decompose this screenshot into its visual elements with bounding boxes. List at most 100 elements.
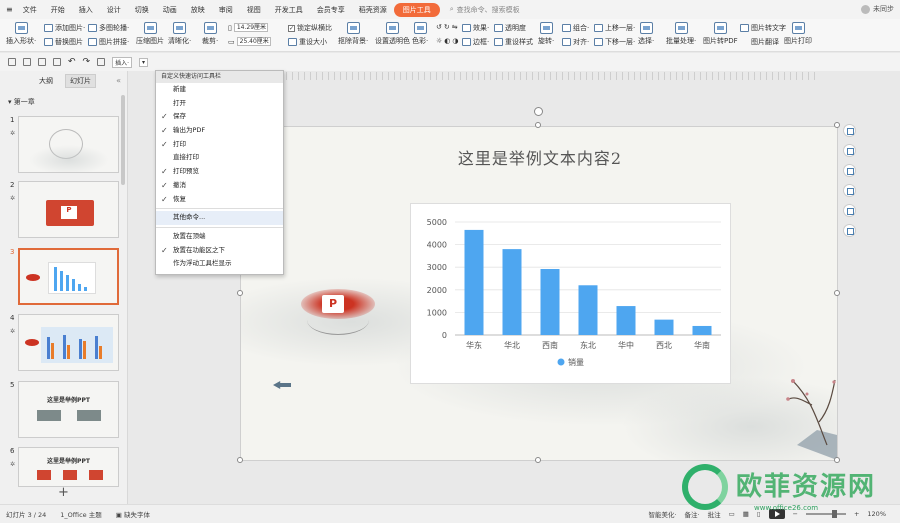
resize-handle[interactable] <box>237 290 243 296</box>
rotate-handle-icon[interactable] <box>534 107 543 116</box>
width-input[interactable]: 14.29厘米 <box>233 23 268 32</box>
select-button[interactable]: 选择· <box>638 22 654 46</box>
lock-ratio-checkbox[interactable]: ✓ 锁定纵横比 <box>288 23 332 33</box>
command-search[interactable]: ⌕ 查找命令、搜索模板 <box>450 5 520 15</box>
replace-picture-button[interactable]: 替换图片 <box>44 37 83 47</box>
multi-picture-button[interactable]: 多图轮播· <box>88 23 129 33</box>
menu-item[interactable]: ✓ 恢复 <box>156 193 283 207</box>
shape-insert-icon[interactable] <box>97 58 106 66</box>
color-button[interactable]: 色彩· <box>412 22 428 46</box>
print-picture-button[interactable]: 图片打印 <box>784 22 812 46</box>
tab-developer[interactable]: 开发工具 <box>268 5 310 15</box>
menu-item[interactable]: 新建 <box>156 83 283 97</box>
missing-font-button[interactable]: ▣ 缺失字体 <box>116 509 150 519</box>
tab-transition[interactable]: 切换 <box>128 5 156 15</box>
height-input[interactable]: 25.40厘米 <box>236 37 271 46</box>
align-button[interactable]: 对齐· <box>562 37 589 47</box>
position-menu-item[interactable]: 放置在顶端 <box>156 230 283 244</box>
panel-scrollbar[interactable] <box>121 95 125 185</box>
crop-tool-icon[interactable] <box>843 164 856 177</box>
collapse-panel-icon[interactable]: « <box>116 76 121 85</box>
insert-dropdown[interactable]: 插入· <box>112 56 133 68</box>
more-icon[interactable] <box>843 224 856 237</box>
section-header[interactable]: ▾ 第一章 <box>8 97 35 107</box>
insert-shape-button[interactable]: 插入形状· <box>6 22 36 46</box>
redo-icon[interactable]: ↷ <box>83 57 91 67</box>
cutout-bg-button[interactable]: 抠除背景· <box>338 22 368 46</box>
add-picture-button[interactable]: 添加图片· <box>44 23 85 33</box>
crop-button[interactable]: 裁剪· <box>202 22 218 46</box>
set-transparent-button[interactable]: 设置透明色 <box>375 22 410 46</box>
sync-status[interactable]: 未同步 <box>861 4 894 14</box>
add-slide-button[interactable]: + <box>58 485 69 500</box>
sales-chart[interactable]: 0 1000 2000 3000 4000 5000 华东 华北 西南 东北 华中 西北 华南 销量 <box>410 203 731 384</box>
to-text-button[interactable]: 图片转文字 <box>740 23 786 33</box>
menu-item[interactable]: ✓ 打印 <box>156 138 283 152</box>
menu-item[interactable]: ✓ 打印预览 <box>156 165 283 179</box>
smart-beautify-button[interactable]: 智能美化· <box>648 509 676 519</box>
tab-insert[interactable]: 插入 <box>72 5 100 15</box>
position-menu-item[interactable]: ✓ 放置在功能区之下 <box>156 244 283 258</box>
undo-icon[interactable]: ↶ <box>68 57 76 67</box>
more-commands-item[interactable]: 其他命令... <box>156 211 283 225</box>
file-menu[interactable]: 文件 <box>16 5 44 15</box>
transparency-button[interactable]: 透明度 <box>494 23 526 33</box>
tab-design[interactable]: 设计 <box>100 5 128 15</box>
batch-button[interactable]: 批量处理· <box>666 22 696 46</box>
menu-item[interactable]: ✓ 输出为PDF <box>156 124 283 138</box>
image-tool-icon[interactable] <box>843 204 856 217</box>
minus-icon[interactable] <box>843 124 856 137</box>
to-pdf-button[interactable]: 图片转PDF <box>703 22 738 46</box>
reset-style-button[interactable]: 重设样式 <box>494 37 533 47</box>
current-slide[interactable]: 这里是举例文本内容2 P 0 1000 2000 3000 4000 5000 华东 华北 西南… <box>240 126 838 461</box>
compress-picture-button[interactable]: 压缩图片 <box>136 22 164 46</box>
menu-item-label: 打印 <box>173 139 186 148</box>
bring-forward-button[interactable]: 上移一层· <box>594 23 635 33</box>
resize-handle[interactable] <box>834 290 840 296</box>
effects-button[interactable]: 效果· <box>462 23 489 33</box>
tab-docer[interactable]: 稻壳资源 <box>352 5 394 15</box>
position-menu-item[interactable]: 作为浮动工具栏显示 <box>156 257 283 271</box>
tab-picture-tools[interactable]: 图片工具 <box>393 2 440 17</box>
clarity-button[interactable]: 清晰化· <box>168 22 191 46</box>
location-icon[interactable] <box>843 184 856 197</box>
resize-handle[interactable] <box>237 457 243 463</box>
tab-view[interactable]: 视图 <box>240 5 268 15</box>
menu-item[interactable]: 直接打印 <box>156 151 283 165</box>
tab-slideshow[interactable]: 放映 <box>184 5 212 15</box>
width-field[interactable]: ▯ 14.29厘米 <box>228 23 268 32</box>
customize-toolbar-button[interactable]: ▾ <box>139 57 149 67</box>
menu-item[interactable]: ✓ 保存 <box>156 110 283 124</box>
print-preview-icon[interactable] <box>53 58 61 66</box>
resize-handle[interactable] <box>535 457 541 463</box>
menu-item[interactable]: 打开 <box>156 97 283 111</box>
tab-outline[interactable]: 大纲 <box>35 75 57 87</box>
menu-item[interactable]: ✓ 撤消 <box>156 179 283 193</box>
translate-button[interactable]: 图片翻译 <box>740 37 779 47</box>
save-icon[interactable] <box>8 58 16 66</box>
tab-member[interactable]: 会员专享 <box>310 5 352 15</box>
menu-item-label: 恢复 <box>173 194 186 203</box>
hamburger-menu-icon[interactable]: ≡ <box>6 5 13 14</box>
rotate-button[interactable]: 旋转· <box>538 22 554 46</box>
picture-stitch-button[interactable]: 图片拼接· <box>88 37 129 47</box>
tab-home[interactable]: 开始 <box>44 5 72 15</box>
group-button[interactable]: 组合· <box>562 23 589 33</box>
resize-handle[interactable] <box>834 122 840 128</box>
border-button[interactable]: 边框· <box>462 37 489 47</box>
send-backward-button[interactable]: 下移一层· <box>594 37 635 47</box>
slide-title[interactable]: 这里是举例文本内容2 <box>241 145 837 169</box>
adjust-buttons[interactable]: ☼ ◐ ◑ <box>436 37 459 45</box>
theme-name[interactable]: 1_Office 主题 <box>60 509 101 519</box>
tab-animation[interactable]: 动画 <box>156 5 184 15</box>
back-arrow-icon[interactable] <box>273 381 291 389</box>
resize-handle[interactable] <box>535 122 541 128</box>
rotate-left-button[interactable]: ↺ ↻ ⇋ <box>436 23 458 31</box>
layers-icon[interactable] <box>843 144 856 157</box>
tab-slides[interactable]: 幻灯片 <box>65 74 96 88</box>
tab-review[interactable]: 审阅 <box>212 5 240 15</box>
height-field[interactable]: ▭ 25.40厘米 <box>228 37 271 46</box>
print-icon[interactable] <box>38 58 46 66</box>
pdf-export-icon[interactable] <box>23 58 31 66</box>
reset-size-button[interactable]: 重设大小 <box>288 37 327 47</box>
